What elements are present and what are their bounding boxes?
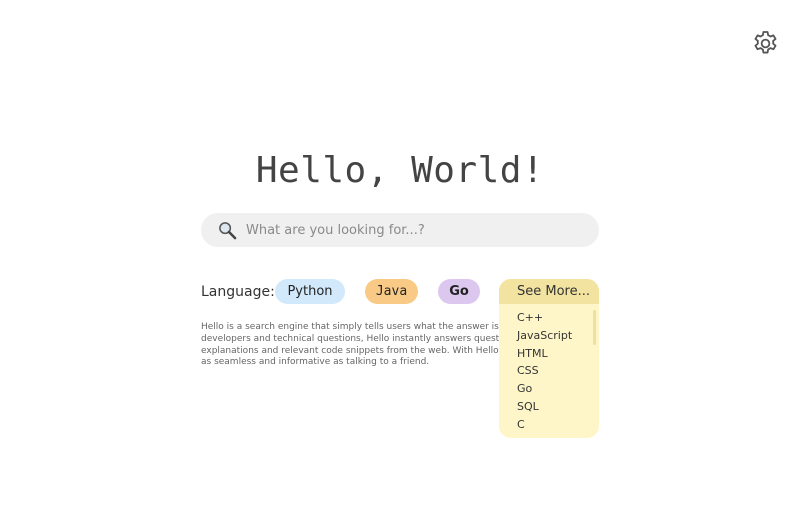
dropdown-item-javascript[interactable]: JavaScript xyxy=(499,327,599,345)
see-more-dropdown: See More... C++ JavaScript HTML CSS Go S… xyxy=(499,279,599,438)
search-icon xyxy=(218,221,237,240)
description-line: as seamless and informative as talking t… xyxy=(201,357,430,368)
dropdown-item-cpp[interactable]: C++ xyxy=(499,309,599,327)
language-chip-go[interactable]: Go xyxy=(438,279,480,304)
dropdown-item-css[interactable]: CSS xyxy=(499,362,599,380)
description-line: developers and technical questions, Hell… xyxy=(201,333,499,344)
gear-icon[interactable] xyxy=(751,29,780,58)
see-more-button[interactable]: See More... xyxy=(499,279,599,304)
search-bar[interactable] xyxy=(201,213,599,247)
dropdown-item-sql[interactable]: SQL xyxy=(499,398,599,416)
description-text: Hello is a search engine that simply tel… xyxy=(201,322,499,372)
language-label: Language: xyxy=(201,284,275,300)
dropdown-item-go[interactable]: Go xyxy=(499,380,599,398)
language-chip-python[interactable]: Python xyxy=(275,279,345,304)
dropdown-item-c[interactable]: C xyxy=(499,416,599,434)
see-more-list: C++ JavaScript HTML CSS Go SQL C xyxy=(499,304,599,434)
description-line: explanations and relevant code snippets … xyxy=(201,345,499,356)
dropdown-scrollbar[interactable] xyxy=(593,310,596,345)
page-title: Hello, World! xyxy=(255,150,545,191)
language-chip-java[interactable]: Java xyxy=(365,279,418,304)
dropdown-item-html[interactable]: HTML xyxy=(499,345,599,363)
search-input[interactable] xyxy=(246,213,586,247)
page: Hello, World! Language: Python Java Go H… xyxy=(0,0,800,520)
description-line: Hello is a search engine that simply tel… xyxy=(201,322,499,332)
